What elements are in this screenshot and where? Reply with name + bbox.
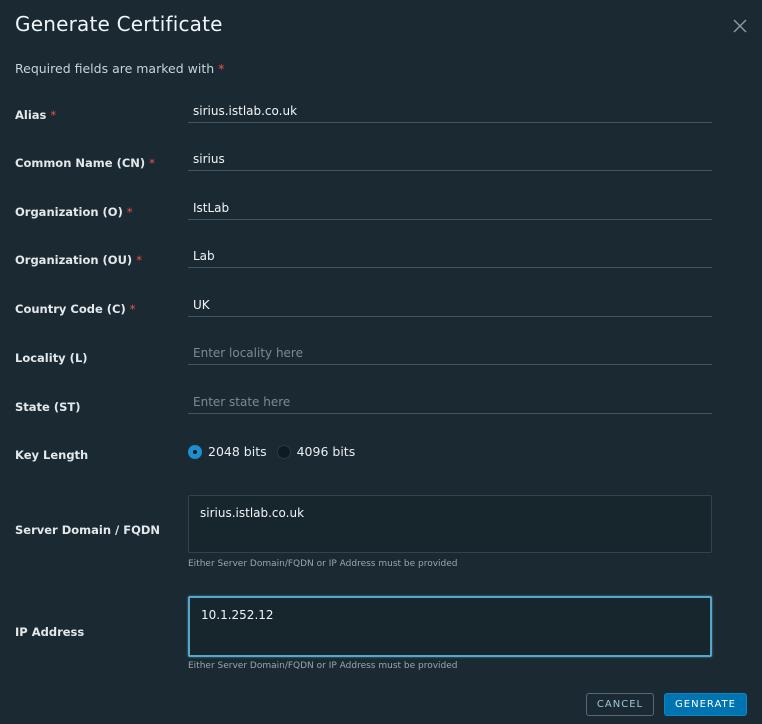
- cancel-button[interactable]: CANCEL: [586, 693, 654, 716]
- ip-address-label: IP Address: [15, 625, 85, 639]
- state-label: State (ST): [15, 400, 81, 414]
- locality-label: Locality (L): [15, 351, 88, 365]
- common-name-label: Common Name (CN) *: [15, 156, 155, 170]
- radio-unchecked-icon[interactable]: [276, 444, 291, 459]
- state-input[interactable]: [188, 390, 712, 413]
- alias-label: Alias *: [15, 108, 57, 122]
- required-star: *: [50, 108, 57, 122]
- country-code-label: Country Code (C) *: [15, 302, 136, 316]
- state-field-wrap: [188, 390, 712, 414]
- close-icon[interactable]: [730, 16, 750, 36]
- radio-4096-bits[interactable]: 4096 bits: [276, 444, 356, 459]
- required-star: *: [126, 205, 133, 219]
- organization-label: Organization (O) *: [15, 205, 133, 219]
- alias-field-wrap: [188, 99, 712, 123]
- organization-input[interactable]: [188, 196, 712, 219]
- server-domain-helper-text: Either Server Domain/FQDN or IP Address …: [188, 559, 458, 569]
- ip-address-textarea[interactable]: 10.1.252.12: [190, 598, 710, 655]
- ip-address-helper-text: Either Server Domain/FQDN or IP Address …: [188, 661, 458, 671]
- country-code-input[interactable]: [188, 293, 712, 316]
- ip-address-field-wrap: 10.1.252.12: [188, 596, 712, 657]
- radio-2048-bits[interactable]: 2048 bits: [188, 444, 267, 459]
- server-domain-field-wrap: sirius.istlab.co.uk: [188, 495, 712, 553]
- required-star: *: [129, 302, 136, 316]
- required-fields-note: Required fields are marked with *: [15, 61, 224, 76]
- organization-unit-field-wrap: [188, 244, 712, 268]
- country-code-field-wrap: [188, 293, 712, 317]
- common-name-field-wrap: [188, 147, 712, 171]
- organization-unit-input[interactable]: [188, 244, 712, 267]
- required-star: *: [149, 156, 155, 170]
- radio-2048-label: 2048 bits: [208, 444, 267, 459]
- server-domain-textarea[interactable]: sirius.istlab.co.uk: [189, 496, 711, 552]
- generate-button[interactable]: GENERATE: [664, 693, 747, 716]
- locality-input[interactable]: [188, 341, 712, 364]
- required-note-text: Required fields are marked with: [15, 61, 215, 76]
- alias-input[interactable]: [188, 99, 712, 122]
- organization-field-wrap: [188, 196, 712, 220]
- radio-checked-icon[interactable]: [188, 444, 202, 459]
- key-length-radio-group: 2048 bits 4096 bits: [188, 444, 365, 459]
- radio-4096-label: 4096 bits: [296, 444, 356, 459]
- dialog-title: Generate Certificate: [15, 12, 223, 36]
- server-domain-label: Server Domain / FQDN: [15, 523, 161, 537]
- generate-certificate-dialog: Generate Certificate Required fields are…: [0, 0, 762, 724]
- required-star: *: [136, 253, 142, 267]
- organization-unit-label: Organization (OU) *: [15, 253, 142, 267]
- locality-field-wrap: [188, 341, 712, 365]
- common-name-input[interactable]: [188, 147, 712, 170]
- key-length-label: Key Length: [15, 448, 89, 462]
- required-star: *: [218, 61, 225, 76]
